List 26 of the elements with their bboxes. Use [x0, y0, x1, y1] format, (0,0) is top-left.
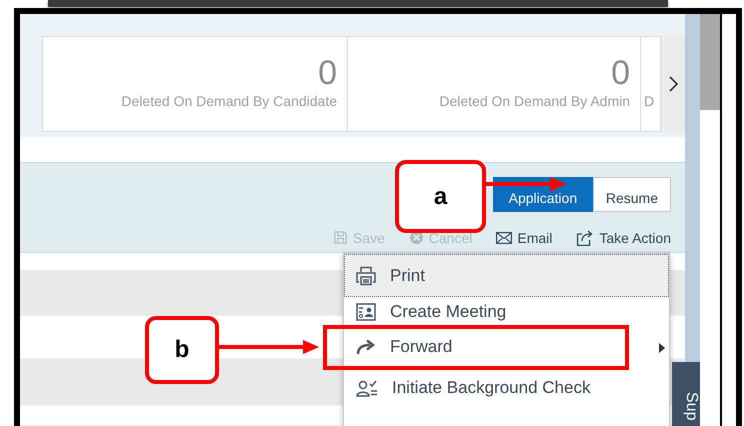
- side-tab[interactable]: Sup: [672, 362, 700, 426]
- next-button[interactable]: [661, 36, 685, 132]
- menu-item[interactable]: Create Meeting: [344, 297, 669, 326]
- share-icon: [576, 228, 594, 247]
- tile-label: Deleted On Demand By Admin: [439, 93, 630, 109]
- scrollbar-thumb[interactable]: [700, 14, 720, 110]
- menu-item[interactable]: Initiate Background Check: [344, 367, 669, 408]
- email-button[interactable]: Email: [496, 228, 552, 247]
- take-action-button[interactable]: Take Action: [576, 228, 671, 247]
- view-tab[interactable]: Resume: [592, 176, 671, 212]
- tile-label: D: [644, 93, 654, 109]
- menu-item[interactable]: Print: [344, 254, 669, 297]
- curved-arrow-icon: [356, 338, 376, 354]
- person-check-icon: [356, 378, 378, 396]
- envelope-icon: [496, 232, 512, 244]
- callout-label: a: [395, 160, 486, 233]
- tile-count: 0: [611, 55, 630, 91]
- tile-label: Deleted On Demand By Candidate: [121, 93, 337, 109]
- contact-card-icon: [356, 302, 376, 320]
- chevron-right-icon: [668, 76, 678, 92]
- callout-label: b: [145, 316, 219, 384]
- view-tab[interactable]: Application: [492, 176, 593, 212]
- printer-icon: [356, 266, 376, 286]
- scrollbar[interactable]: [700, 14, 722, 426]
- tile-count: 0: [318, 55, 337, 91]
- save-icon: [332, 230, 348, 246]
